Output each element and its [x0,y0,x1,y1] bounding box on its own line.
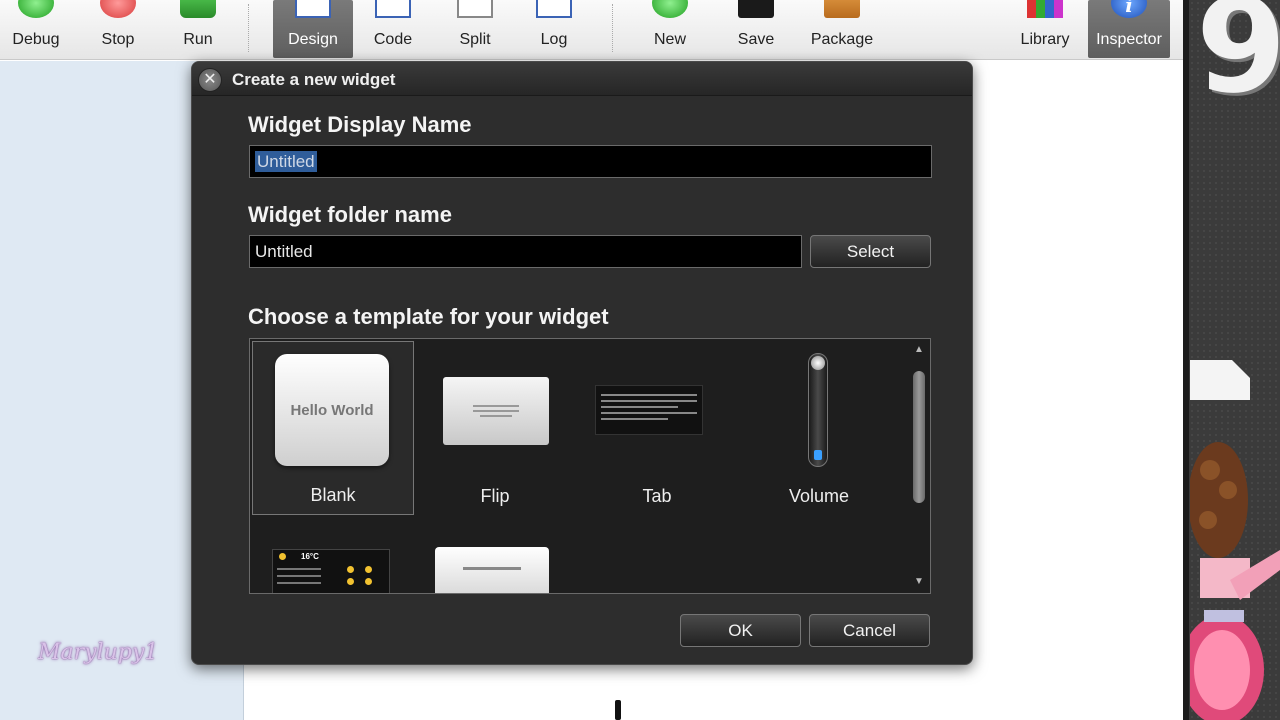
template-blank[interactable]: Hello World Blank [252,341,414,515]
new-button[interactable]: New [640,0,700,58]
inspector-button[interactable]: i Inspector [1088,0,1170,58]
weather-temp: 16°C [301,552,319,561]
dialog-title: Create a new widget [232,70,396,89]
cancel-button[interactable]: Cancel [809,614,930,647]
mouse-cursor [615,700,621,720]
debug-button[interactable]: Debug [4,0,68,58]
watermark-text: Marylupy1 [38,640,159,665]
template-flip[interactable]: Flip [414,341,576,515]
toolbar-separator [248,4,249,52]
run-icon [180,0,216,18]
template-label-blank: Blank [310,485,356,505]
save-button[interactable]: Save [726,0,786,58]
toolbar-separator [612,4,613,52]
split-icon [457,0,493,18]
background-digit: 9 [1196,0,1280,122]
sun-icon [279,553,286,560]
folder-name-input[interactable]: Untitled [249,235,802,268]
package-button[interactable]: Package [804,0,880,58]
library-icon [1027,0,1063,18]
flip-thumbnail [443,377,549,445]
debug-icon [18,0,54,18]
design-icon [295,0,331,18]
split-tab[interactable]: Split [444,0,506,58]
template-label: Choose a template for your widget [248,304,609,329]
scroll-up-icon[interactable]: ▲ [910,343,928,357]
template-volume[interactable]: Volume [738,341,900,515]
blank-thumbnail: Hello World [275,354,389,466]
folder-name-label: Widget folder name [248,202,452,227]
stop-button[interactable]: Stop [88,0,148,58]
template-list: Hello World Blank Flip Tab Volume 16°C ▲… [249,338,931,594]
run-button[interactable]: Run [168,0,228,58]
ok-button[interactable]: OK [680,614,801,647]
new-icon [652,0,688,18]
stop-icon [100,0,136,18]
log-icon [536,0,572,18]
package-icon [824,0,860,18]
volume-thumbnail [808,353,828,467]
template-label-tab: Tab [642,486,672,506]
dialog-titlebar: ✕ Create a new widget [192,62,972,96]
log-tab[interactable]: Log [524,0,584,58]
template-label-flip: Flip [480,486,510,506]
template-weather[interactable]: 16°C [272,549,390,593]
save-icon [738,0,774,18]
template-tab[interactable]: Tab [576,341,738,515]
code-tab[interactable]: Code [362,0,424,58]
main-toolbar: Debug Stop Run Design Code Split Log New… [0,0,1183,60]
character-illustration [1190,442,1280,720]
display-name-input[interactable]: Untitled [249,145,932,178]
design-tab[interactable]: Design [273,0,353,58]
scroll-down-icon[interactable]: ▼ [910,575,928,589]
code-icon [375,0,411,18]
scroll-thumb[interactable] [913,371,925,503]
create-widget-dialog: ✕ Create a new widget Widget Display Nam… [191,61,973,665]
template-scrollbar[interactable]: ▲ ▼ [910,343,928,589]
select-folder-button[interactable]: Select [810,235,931,268]
library-button[interactable]: Library [1012,0,1078,58]
display-name-label: Widget Display Name [248,112,472,137]
template-label-volume: Volume [788,486,850,506]
tab-thumbnail [595,385,703,435]
template-card[interactable] [435,547,549,593]
display-name-value: Untitled [255,151,317,172]
folder-name-value: Untitled [255,242,313,261]
close-icon[interactable]: ✕ [198,68,222,92]
info-icon: i [1111,0,1147,18]
